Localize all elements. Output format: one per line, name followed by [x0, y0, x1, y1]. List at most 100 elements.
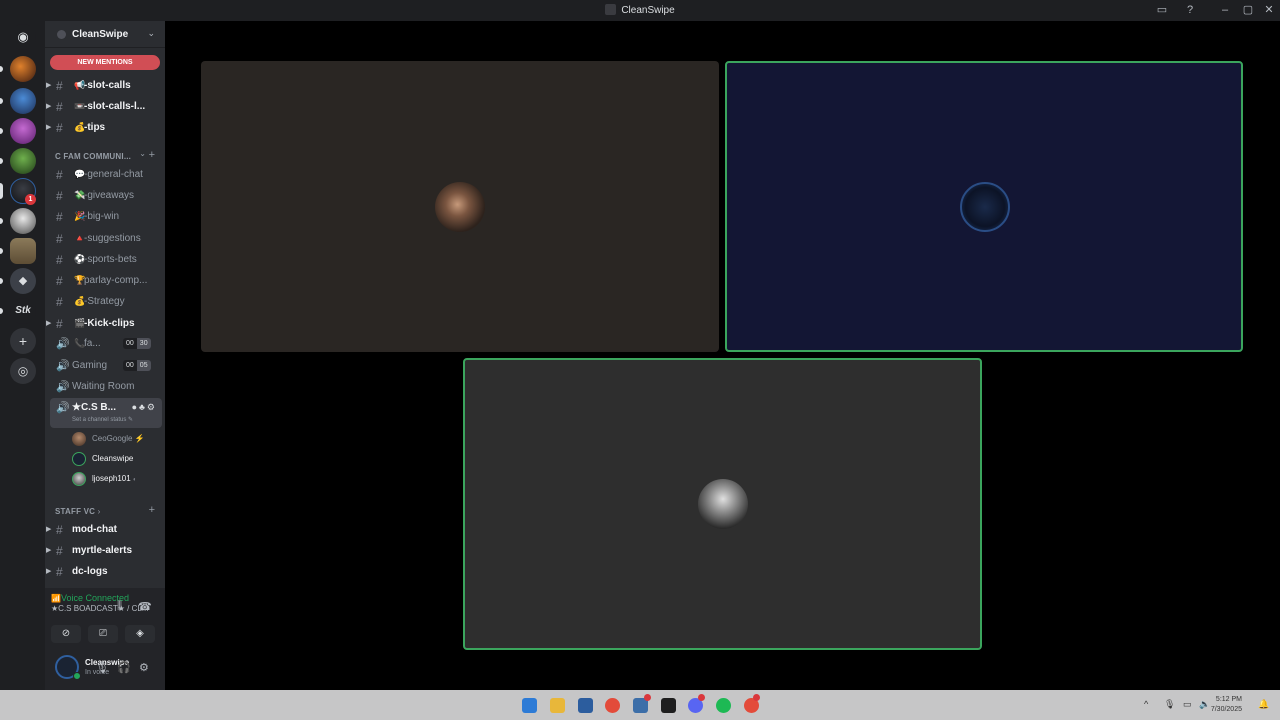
user-count-badge: 00 05	[123, 360, 151, 371]
speaker-icon: 🔊	[56, 381, 70, 393]
channel-status: Set a channel status	[72, 417, 127, 423]
channel-giveaways[interactable]: # 💸 -giveaways	[50, 186, 162, 205]
voice-user-name: Cleanswipe	[92, 454, 134, 463]
category-staff-vc[interactable]: STAFF VC ›	[55, 507, 100, 516]
clock[interactable]: 5:12 PM 7/30/2025	[1211, 695, 1242, 715]
chat-icon[interactable]: ●	[132, 402, 139, 412]
file-explorer-icon[interactable]	[550, 698, 565, 713]
voice-user-ljoseph101[interactable]: ljoseph101 ◐	[72, 470, 162, 488]
channel-big-win[interactable]: # 🎉 -big-win	[50, 207, 162, 226]
channel-tips[interactable]: ▶ # 💰 -tips	[46, 118, 162, 137]
spotify-icon[interactable]	[716, 698, 731, 713]
discord-home-icon[interactable]: ◉	[10, 24, 36, 50]
minimize-button[interactable]: –	[1216, 2, 1234, 18]
add-server-icon[interactable]: +	[10, 328, 36, 354]
new-mentions-pill[interactable]: NEW MENTIONS	[50, 55, 160, 70]
app-icon-6[interactable]	[661, 698, 676, 713]
invite-icon[interactable]: ♣	[139, 402, 147, 412]
add-channel-icon[interactable]: +	[149, 149, 155, 161]
server-icon-4[interactable]	[10, 148, 36, 174]
channel-label: parlay-comp...	[84, 275, 148, 286]
gear-icon[interactable]: ⚙	[139, 661, 149, 674]
voice-channel-gaming[interactable]: 🔊 Gaming 00 05	[50, 356, 162, 375]
mention-badge: 1	[25, 194, 36, 205]
store-icon[interactable]	[578, 698, 593, 713]
unread-caret-icon: ▶	[46, 124, 52, 131]
hash-icon: #	[56, 317, 63, 331]
windows-start-icon[interactable]	[522, 698, 537, 713]
server-icon-3[interactable]	[10, 118, 36, 144]
server-icon-stake[interactable]: Stk	[10, 298, 36, 324]
server-icon-6[interactable]	[10, 208, 36, 234]
server-icon-2[interactable]	[10, 88, 36, 114]
channel-dc-logs[interactable]: ▶ # dc-logs	[46, 562, 162, 581]
microphone-icon[interactable]: 🎙	[1164, 699, 1175, 710]
inbox-icon[interactable]: ▭	[1153, 2, 1171, 18]
screen-share-button[interactable]: ⎚	[88, 625, 118, 643]
chevron-down-icon[interactable]: ⌄	[147, 28, 155, 39]
activities-button[interactable]: ◈	[125, 625, 155, 643]
chrome-icon[interactable]	[605, 698, 620, 713]
channel-suggestions[interactable]: # 🔺 -suggestions	[50, 229, 162, 248]
voice-user-cleanswipe[interactable]: Cleanswipe	[72, 450, 162, 468]
disconnect-icon[interactable]: ☎	[138, 600, 152, 613]
server-icon-7[interactable]	[10, 238, 36, 264]
hash-icon: #	[56, 232, 63, 246]
channel-label: -tips	[84, 122, 106, 133]
notification-badge	[698, 694, 705, 701]
unread-pill	[0, 218, 3, 224]
avatar	[72, 432, 86, 446]
channel-sports-bets[interactable]: # ⚽ -sports-bets	[50, 250, 162, 269]
microphone-icon[interactable]: 🎙	[95, 661, 109, 674]
network-icon[interactable]: ▭	[1183, 699, 1192, 710]
maximize-button[interactable]: ▢	[1239, 2, 1257, 18]
channel-label: -Strategy	[84, 296, 125, 307]
channel-myrtle-alerts[interactable]: ▶ # myrtle-alerts	[46, 541, 162, 560]
streaming-icon: ◐	[132, 477, 137, 483]
category-c-fam-community[interactable]: C FAM COMMUNI...	[55, 152, 131, 161]
close-button[interactable]: ✕	[1260, 2, 1278, 18]
voice-user-name-wrap: ljoseph101 ◐	[92, 474, 137, 483]
channel-strategy[interactable]: # 💰 -Strategy	[50, 292, 162, 311]
gear-icon[interactable]: ⚙	[147, 402, 157, 412]
channel-status-wrap[interactable]: Set a channel status ✎	[72, 416, 133, 423]
chevron-up-icon[interactable]: ^	[1144, 699, 1148, 709]
camera-off-button[interactable]: ⊘	[51, 625, 81, 643]
channel-label: -Kick-clips	[84, 318, 135, 329]
unread-caret-icon: ▶	[46, 568, 52, 575]
hash-icon: #	[56, 565, 63, 579]
notification-bell-icon[interactable]: 🔔	[1258, 699, 1269, 710]
channel-kick-clips[interactable]: ▶ # 🎬 -Kick-clips	[46, 314, 162, 333]
noise-suppression-icon[interactable]: ⫼	[117, 600, 122, 613]
channel-slot-calls[interactable]: ▶ # 📢 -slot-calls	[46, 76, 162, 95]
channel-parlay-comp[interactable]: # 🏆 parlay-comp...	[50, 271, 162, 290]
voice-channel-waiting-room[interactable]: 🔊 Waiting Room	[50, 377, 162, 396]
discover-icon[interactable]: ◎	[10, 358, 36, 384]
hash-icon: #	[56, 523, 63, 537]
server-icon-8[interactable]: ◆	[10, 268, 36, 294]
voice-user-ceogoogle[interactable]: CeoGoogle ⚡	[72, 430, 162, 448]
headphones-icon[interactable]: 🎧	[117, 661, 131, 674]
channel-label: -slot-calls-l...	[84, 101, 146, 112]
channel-label: dc-logs	[72, 566, 108, 577]
voice-channel-fa[interactable]: 🔊 📞 fa... 00 30	[50, 334, 162, 353]
server-header[interactable]: CleanSwipe ⌄	[45, 21, 165, 48]
channel-slot-calls-l[interactable]: ▶ # 📼 -slot-calls-l...	[46, 97, 162, 116]
add-channel-icon[interactable]: +	[149, 504, 155, 516]
voice-user-name-wrap: CeoGoogle ⚡	[92, 434, 145, 443]
active-voice-channel[interactable]: 🔊 ★C.S B... Set a channel status ✎ ●♣⚙	[50, 398, 162, 428]
chevron-down-icon[interactable]: ⌄	[139, 149, 146, 158]
channel-label: fa...	[84, 338, 101, 349]
participant-tile-ljoseph101[interactable]	[463, 358, 982, 650]
channel-general-chat[interactable]: # 💬 -general-chat	[50, 165, 162, 184]
channel-mod-chat[interactable]: ▶ # mod-chat	[46, 520, 162, 539]
volume-icon[interactable]: 🔈	[1199, 699, 1210, 710]
discord-app: CleanSwipe ▭ ? – ▢ ✕ ◉ 1 ◆ Stk + ◎ Clean…	[0, 0, 1280, 720]
participant-tile-ceogoogle[interactable]	[201, 61, 719, 352]
hash-icon: #	[56, 121, 63, 135]
unread-pill	[0, 158, 3, 164]
hash-icon: #	[56, 189, 63, 203]
help-icon[interactable]: ?	[1181, 2, 1199, 18]
participant-tile-cleanswipe[interactable]	[725, 61, 1243, 352]
server-icon-1[interactable]	[10, 56, 36, 82]
